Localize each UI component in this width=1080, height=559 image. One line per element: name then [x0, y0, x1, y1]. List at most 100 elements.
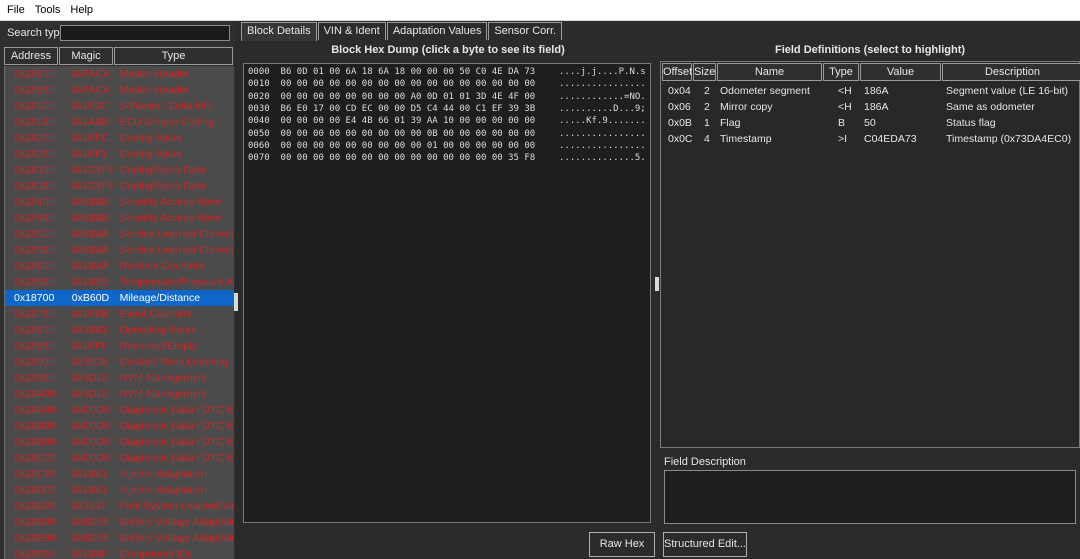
table-row[interactable]: 0x18100 0x1F3C Software / Data Info: [5, 98, 234, 114]
field-row[interactable]: 0x0B 1 Flag B 50 Status flag: [662, 115, 1080, 131]
tab-sensor-corr[interactable]: Sensor Corr.: [488, 22, 563, 40]
field-row[interactable]: 0x0C 4 Timestamp >I C04EDA73 Timestamp (0x73D…: [662, 131, 1080, 147]
field-name: Odometer segment: [720, 85, 810, 97]
search-input[interactable]: [60, 25, 230, 41]
hex-line[interactable]: 0030 B6 E0 17 00 CD EC 00 00 D5 C4 44 00…: [248, 104, 535, 114]
column-header-value[interactable]: Value: [860, 63, 941, 81]
block-list[interactable]: 0x18800 0xFACA Master Header 0x18880 0xFACA M…: [4, 66, 234, 559]
field-value: C04EDA73: [864, 133, 917, 145]
hex-bytes[interactable]: B6 0D 01 00 6A 18 6A 18 00 00 00 50 C0 4…: [281, 67, 536, 77]
table-row[interactable]: 0x18880 0xFACA Master Header: [5, 82, 234, 98]
row-type: Service Learned Correction: [119, 228, 234, 240]
hex-bytes[interactable]: B6 E0 17 00 CD EC 00 00 D5 C4 44 00 C1 E…: [281, 104, 536, 114]
field-description-box[interactable]: [664, 470, 1076, 524]
row-magic: 0x1BB5: [71, 276, 109, 288]
table-row[interactable]: 0x18580 0x8B8A Service Learned Correction: [5, 242, 234, 258]
field-definitions-table[interactable]: Offset Size Name Type Value Description …: [660, 61, 1080, 448]
row-address: 0x18800: [14, 68, 55, 80]
table-row[interactable]: 0x18D00 0x1B41 Injector Adaptation: [5, 482, 234, 498]
hex-line[interactable]: 0060 00 00 00 00 00 00 00 00 00 01 00 00…: [248, 141, 535, 151]
row-address: 0x18E80: [14, 532, 56, 544]
row-type: Runtime Counters: [119, 260, 205, 272]
table-row[interactable]: 0x18200 0x1FFC Coding Value: [5, 130, 234, 146]
table-row[interactable]: 0x18600 0x1BAF Runtime Counters: [5, 258, 234, 274]
table-row[interactable]: 0x18D80 0x3157 Fuel System Learned Values: [5, 498, 234, 514]
table-row[interactable]: 0x18A00 0x9D10 NVM Management: [5, 386, 234, 402]
hex-line[interactable]: 0000 B6 0D 01 00 6A 18 6A 18 00 00 00 50…: [248, 67, 535, 77]
column-header-name[interactable]: Name: [717, 63, 822, 81]
hex-line[interactable]: 0040 00 00 00 00 E4 4B 66 01 39 AA 10 00…: [248, 116, 535, 126]
table-row[interactable]: 0x18480 0x8B8B Security Access Seed: [5, 210, 234, 226]
column-header-magic[interactable]: Magic: [59, 47, 113, 65]
table-row[interactable]: 0x18E00 0xBE56 Battery Voltage Adaptation: [5, 514, 234, 530]
table-row[interactable]: 0x18A80 0xD0D0 Diagnostic Data / DTC Erase: [5, 402, 234, 418]
column-header-type[interactable]: Type: [823, 63, 859, 81]
field-name: Timestamp: [720, 133, 772, 145]
panel-splitter-handle[interactable]: [655, 277, 659, 291]
table-row[interactable]: 0x18C80 0x1B41 Injector Adaptation: [5, 466, 234, 482]
hex-line[interactable]: 0050 00 00 00 00 00 00 00 00 00 0B 00 00…: [248, 129, 535, 139]
table-row[interactable]: 0x18300 0x1C8FF Coding/Seed Data: [5, 162, 234, 178]
field-name: Mirror copy: [720, 101, 773, 113]
table-row[interactable]: 0x18E80 0xBE56 Battery Voltage Adaptation: [5, 530, 234, 546]
raw-hex-edit-button[interactable]: Raw Hex Edit: [589, 532, 655, 557]
row-type: NVM Management: [119, 388, 208, 400]
table-row[interactable]: 0x18800 0xFACA Master Header: [5, 66, 234, 82]
column-header-offset[interactable]: Offset: [662, 63, 692, 81]
row-type: Master Header: [119, 68, 190, 80]
hex-ascii: .....Kf.9.......: [559, 116, 646, 127]
table-row[interactable]: 0x18280 0x1FF1 Coding Value: [5, 146, 234, 162]
row-address: 0x18480: [14, 212, 55, 224]
field-row[interactable]: 0x06 2 Mirror copy <H 186A Same as odometer: [662, 99, 1080, 115]
table-row[interactable]: 0x18B00 0xD0D0 Diagnostic Data / DTC Erase: [5, 418, 234, 434]
field-size: 4: [704, 133, 710, 145]
tab-vin-ident[interactable]: VIN & Ident: [317, 22, 386, 40]
table-row[interactable]: 0x18680 0x1BB5 Temperature/Pressure Adap: [5, 274, 234, 290]
hex-dump-view[interactable]: 0000 B6 0D 01 00 6A 18 6A 18 00 00 00 50…: [243, 63, 651, 523]
table-row[interactable]: 0x18980 0x9D10 NVM Management: [5, 370, 234, 386]
table-row[interactable]: 0x18700 0xB60D Mileage/Distance: [5, 290, 234, 306]
column-header-type[interactable]: Type: [114, 47, 233, 65]
row-address: 0x18880: [14, 340, 55, 352]
column-header-size[interactable]: Size: [693, 63, 716, 81]
tab-block-details[interactable]: Block Details: [241, 22, 317, 41]
hex-line[interactable]: 0070 00 00 00 00 00 00 00 00 00 00 00 00…: [248, 153, 535, 163]
hex-line[interactable]: 0020 00 00 00 00 00 00 00 00 A0 0D 01 01…: [248, 92, 535, 102]
row-magic: 0xFACA: [71, 84, 111, 96]
table-row[interactable]: 0x18500 0x8B8A Service Learned Correction: [5, 226, 234, 242]
field-name: Flag: [720, 117, 741, 129]
hex-bytes[interactable]: 00 00 00 00 E4 4B 66 01 39 AA 10 00 00 0…: [281, 116, 536, 126]
row-address: 0x18980: [14, 372, 55, 384]
field-definitions-title: Field Definitions (select to highlight): [774, 44, 966, 56]
row-address: 0x18B80: [14, 436, 56, 448]
table-row[interactable]: 0x18900 0x980B Coolant Temp Learning: [5, 354, 234, 370]
field-type: >I: [838, 133, 848, 145]
table-row[interactable]: 0x18780 0x1F6B Event Counters: [5, 306, 234, 322]
list-splitter-handle[interactable]: [234, 293, 238, 311]
row-magic: 0xFACA: [71, 68, 111, 80]
hex-bytes[interactable]: 00 00 00 00 00 00 00 00 A0 0D 01 01 3D 4…: [281, 92, 536, 102]
menu-file[interactable]: File: [2, 0, 30, 21]
hex-bytes[interactable]: 00 00 00 00 00 00 00 00 00 00 00 00 00 0…: [281, 79, 536, 89]
table-row[interactable]: 0x18400 0x8B8B Security Access Seed: [5, 194, 234, 210]
table-row[interactable]: 0x18880 0x1FFF Reserved/Empty: [5, 338, 234, 354]
table-row[interactable]: 0x18180 0x1A8B ECU Unique Coding: [5, 114, 234, 130]
row-type: Injector Adaptation: [119, 468, 207, 480]
menu-help[interactable]: Help: [65, 0, 98, 21]
hex-bytes[interactable]: 00 00 00 00 00 00 00 00 00 0B 00 00 00 0…: [281, 129, 536, 139]
hex-bytes[interactable]: 00 00 00 00 00 00 00 00 00 00 00 00 00 0…: [281, 153, 536, 163]
table-row[interactable]: 0x18380 0x1C8FF Coding/Seed Data: [5, 178, 234, 194]
table-row[interactable]: 0x18F00 0x1B8F Component IDs: [5, 546, 234, 559]
column-header-description[interactable]: Description: [942, 63, 1080, 81]
row-type: Security Access Seed: [119, 212, 222, 224]
table-row[interactable]: 0x18B80 0xD0D0 Diagnostic Data / DTC Erase: [5, 434, 234, 450]
table-row[interactable]: 0x18C00 0xD0D0 Diagnostic Data / DTC Erase: [5, 450, 234, 466]
field-row[interactable]: 0x04 2 Odometer segment <H 186A Segment value…: [662, 83, 1080, 99]
column-header-address[interactable]: Address: [4, 47, 58, 65]
menu-tools[interactable]: Tools: [30, 0, 66, 21]
tab-adaptation-values[interactable]: Adaptation Values: [386, 22, 488, 40]
hex-bytes[interactable]: 00 00 00 00 00 00 00 00 00 01 00 00 00 0…: [281, 141, 536, 151]
hex-line[interactable]: 0010 00 00 00 00 00 00 00 00 00 00 00 00…: [248, 79, 535, 89]
structured-edit-button[interactable]: Structured Edit...: [663, 532, 747, 557]
table-row[interactable]: 0x18800 0x3B81 Operating Hours: [5, 322, 234, 338]
